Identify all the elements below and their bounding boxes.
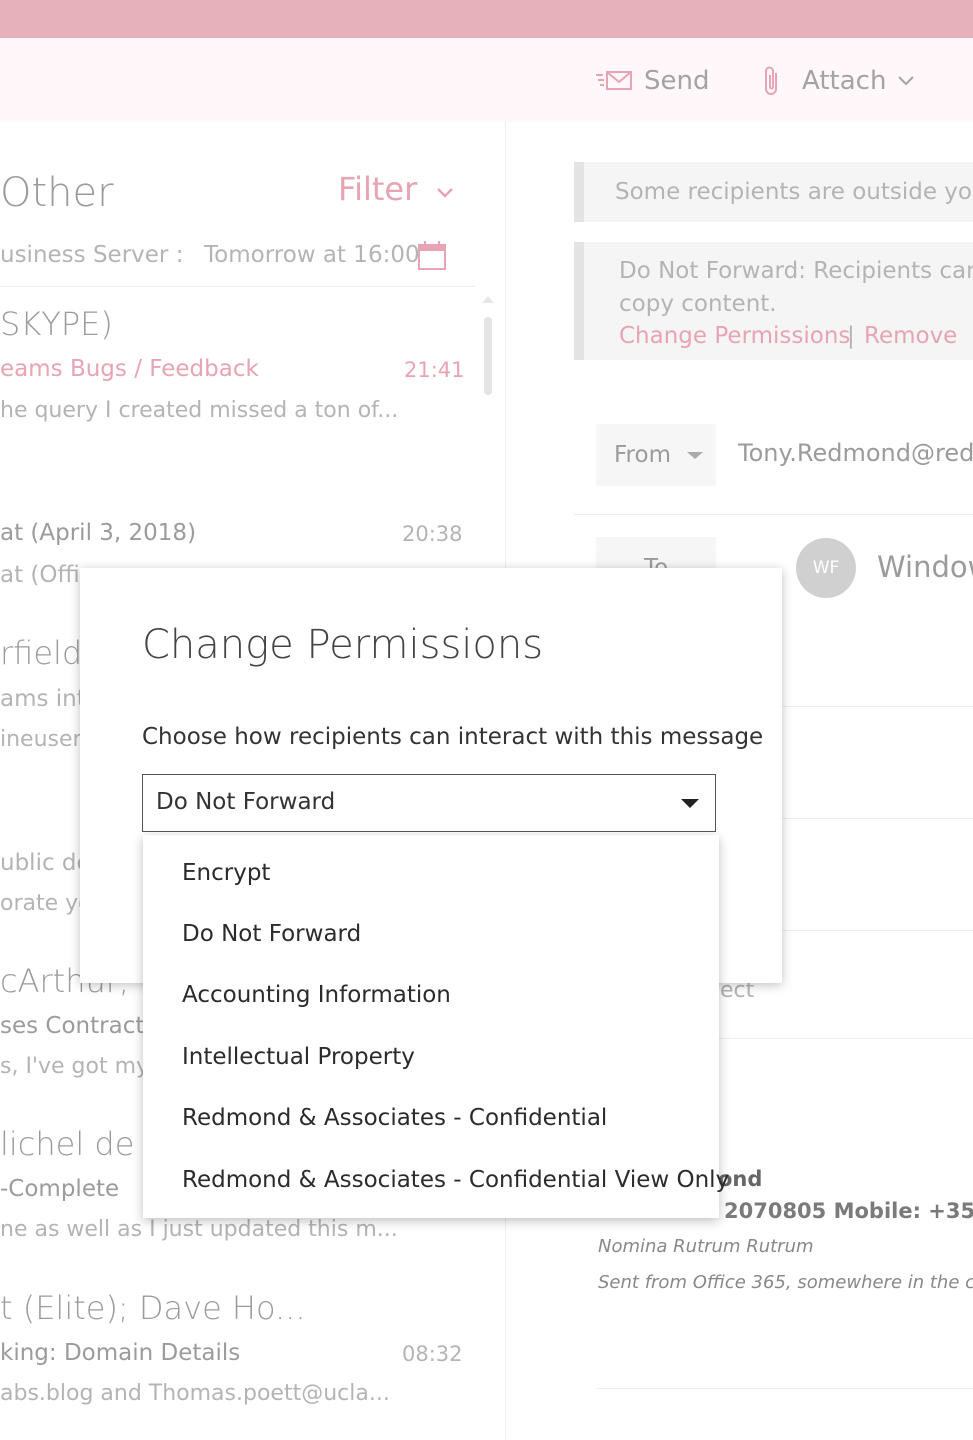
chevron-down-icon[interactable]: [896, 74, 916, 88]
list-item-subject: ses Contract: [0, 1013, 145, 1039]
outside-recipients-text: Some recipients are outside your: [615, 179, 973, 205]
filter-label: Filter: [338, 170, 418, 208]
scroll-up-icon[interactable]: [482, 296, 494, 303]
remove-link[interactable]: Remove: [864, 323, 957, 349]
signature-phone: 2070805 Mobile: +353 8: [724, 1199, 973, 1223]
signature-footer: Sent from Office 365, somewhere in the c: [598, 1272, 973, 1293]
permission-banner: Do Not Forward: Recipients can r copy co…: [574, 242, 973, 360]
dialog-title: Change Permissions: [142, 622, 544, 668]
reminder-text: usiness Server :: [0, 242, 184, 268]
filter-button[interactable]: Filter: [338, 170, 455, 208]
permission-text-2: copy content.: [619, 291, 777, 317]
calendar-icon[interactable]: [416, 238, 448, 276]
list-item-subject: eams Bugs / Feedback: [0, 356, 259, 382]
change-permissions-link[interactable]: Change Permissions: [619, 323, 850, 349]
attach-label: Attach: [802, 66, 887, 96]
send-button[interactable]: Send: [596, 64, 709, 98]
option-confidential-view-only[interactable]: Redmond & Associates - Confidential View…: [182, 1167, 729, 1193]
field-divider: [782, 818, 973, 819]
field-divider: [574, 514, 973, 515]
list-item-sender[interactable]: at (April 3, 2018): [0, 520, 196, 546]
editor-divider: [597, 1388, 973, 1389]
list-item-preview: orate yo: [0, 891, 92, 916]
list-scrollbar[interactable]: [482, 296, 494, 416]
permission-select[interactable]: Do Not Forward: [142, 774, 716, 832]
from-button[interactable]: From: [596, 424, 716, 486]
list-item-preview: abs.blog and Thomas.poett@ucla...: [0, 1381, 390, 1406]
list-item-preview: s, I've got my: [0, 1054, 150, 1079]
option-confidential[interactable]: Redmond & Associates - Confidential: [182, 1105, 607, 1131]
list-item-preview: ne as well as I just updated this m...: [0, 1217, 398, 1242]
list-item-preview: he query I created missed a ton of...: [0, 398, 399, 423]
scroll-thumb[interactable]: [484, 317, 492, 395]
list-divider: [0, 286, 475, 287]
app-top-bar: [0, 0, 973, 38]
permission-select-value: Do Not Forward: [156, 789, 336, 815]
send-label: Send: [644, 66, 710, 96]
chevron-down-icon: [435, 170, 455, 208]
option-accounting-information[interactable]: Accounting Information: [182, 982, 451, 1008]
list-item-sender[interactable]: t (Elite); Dave Ho...: [0, 1289, 306, 1327]
permission-dropdown: Encrypt Do Not Forward Accounting Inform…: [143, 835, 729, 1218]
link-separator: |: [847, 323, 855, 349]
list-item-subject: king: Domain Details: [0, 1340, 241, 1366]
list-item-sender[interactable]: SKYPE): [0, 305, 113, 343]
from-label: From: [614, 442, 671, 468]
from-address: Tony.Redmond@redm: [738, 439, 973, 467]
recipient-name[interactable]: Window: [877, 550, 973, 584]
avatar-initials: WF: [812, 558, 840, 578]
tab-other[interactable]: Other: [0, 170, 114, 216]
list-item-subject: -Complete: [0, 1176, 120, 1202]
option-do-not-forward[interactable]: Do Not Forward: [182, 921, 361, 947]
list-item-time: 20:38: [402, 522, 463, 546]
list-item-time: 21:41: [404, 358, 465, 382]
chevron-down-icon: [686, 451, 703, 459]
option-intellectual-property[interactable]: Intellectual Property: [182, 1044, 415, 1070]
outside-recipients-banner: Some recipients are outside your: [574, 162, 973, 222]
field-divider: [782, 706, 973, 707]
permission-text: Do Not Forward: Recipients can r: [619, 258, 973, 284]
list-item-preview: ineuser: [0, 727, 82, 752]
list-item-time: 08:32: [402, 1342, 463, 1366]
reminder-time: Tomorrow at 16:00: [204, 242, 420, 268]
list-item-subject: at (Offic: [0, 562, 93, 588]
list-item-subject[interactable]: ublic dc: [0, 850, 89, 876]
paperclip-icon: [762, 65, 782, 97]
dialog-subtitle: Choose how recipients can interact with …: [142, 724, 764, 750]
list-item-sender[interactable]: lichel de F: [0, 1125, 163, 1163]
field-divider: [782, 930, 973, 931]
caret-down-icon: [681, 799, 699, 808]
attach-button[interactable]: Attach: [762, 64, 916, 98]
send-icon: [596, 68, 636, 94]
avatar: WF: [796, 538, 856, 598]
signature-motto: Nomina Rutrum Rutrum: [598, 1236, 814, 1257]
option-encrypt[interactable]: Encrypt: [182, 860, 270, 886]
